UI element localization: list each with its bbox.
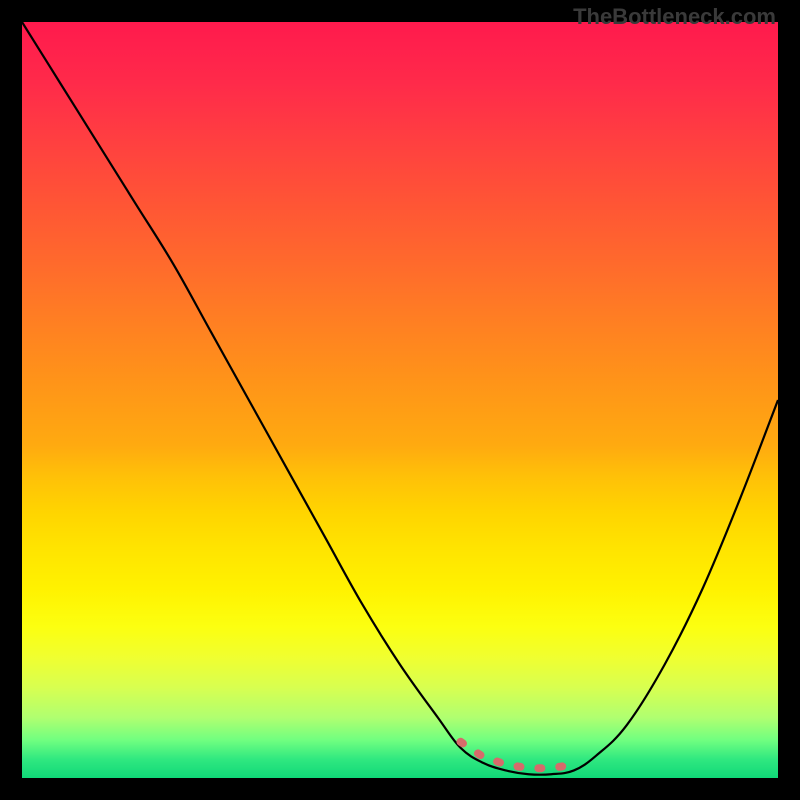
watermark-text: TheBottleneck.com xyxy=(573,4,776,30)
optimal-range-marker xyxy=(460,742,573,768)
chart-svg-layer xyxy=(22,22,778,778)
bottleneck-curve-line xyxy=(22,22,778,775)
chart-plot-area xyxy=(22,22,778,778)
